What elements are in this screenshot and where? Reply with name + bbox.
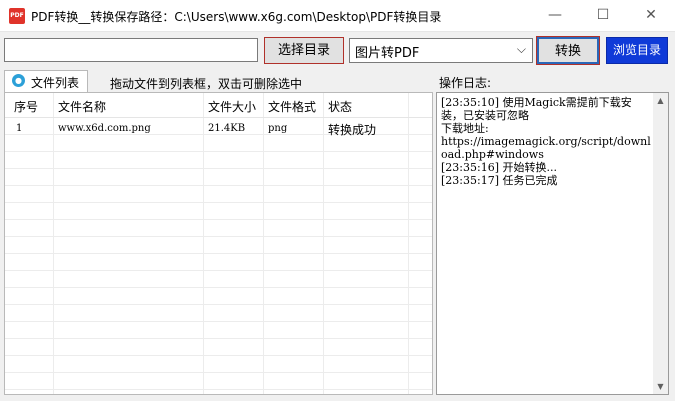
scroll-up-arrow-icon[interactable]: ▲ xyxy=(653,93,668,108)
conversion-format-select[interactable]: 图片转PDF ⌵ xyxy=(349,38,533,63)
browse-directory-button[interactable]: 浏览目录 xyxy=(606,37,668,64)
tab-file-list-label: 文件列表 xyxy=(31,76,80,90)
log-line: [23:35:16] 开始转换... xyxy=(441,161,557,174)
cell-filesize: 21.4KB xyxy=(208,123,246,134)
log-line: [23:35:17] 任务已完成 xyxy=(441,174,558,187)
column-header-index[interactable]: 序号 xyxy=(14,98,38,115)
log-scrollbar[interactable]: ▲ ▼ xyxy=(653,93,668,394)
tab-file-list[interactable]: ● 文件列表 xyxy=(4,70,88,92)
scroll-down-arrow-icon[interactable]: ▼ xyxy=(653,379,668,394)
log-textarea[interactable]: [23:35:10] 使用Magick需提前下载安装，已安装可忽略 下载地址: … xyxy=(436,92,669,395)
chevron-down-icon: ⌵ xyxy=(516,42,526,56)
log-line: [23:35:10] 使用Magick需提前下载安装，已安装可忽略 xyxy=(441,96,632,122)
save-path-input[interactable] xyxy=(4,38,258,62)
row-divider xyxy=(5,372,432,373)
row-divider xyxy=(5,236,432,237)
cell-status: 转换成功 xyxy=(328,123,377,137)
column-divider xyxy=(323,93,324,394)
file-list-icon: ● xyxy=(12,74,25,87)
file-list-table[interactable]: 序号 文件名称 文件大小 文件格式 状态 1 www.x6d.com.png 2… xyxy=(4,92,433,395)
row-divider xyxy=(5,219,432,220)
log-line: 下载地址: xyxy=(441,122,489,135)
minimize-button[interactable]: — xyxy=(532,0,578,31)
row-divider xyxy=(5,304,432,305)
row-divider xyxy=(5,202,432,203)
row-divider xyxy=(5,168,432,169)
log-line: https://imagemagick.org/script/download.… xyxy=(441,135,651,161)
row-divider xyxy=(5,355,432,356)
column-header-filesize[interactable]: 文件大小 xyxy=(208,98,256,115)
log-title: 操作日志: xyxy=(439,76,492,90)
log-content: [23:35:10] 使用Magick需提前下载安装，已安装可忽略 下载地址: … xyxy=(441,96,651,187)
row-divider xyxy=(5,253,432,254)
column-divider xyxy=(53,93,54,394)
select-directory-button[interactable]: 选择目录 xyxy=(264,37,344,64)
cell-format: png xyxy=(268,123,288,134)
column-header-format[interactable]: 文件格式 xyxy=(268,98,316,115)
column-header-status[interactable]: 状态 xyxy=(328,98,352,115)
table-header: 序号 文件名称 文件大小 文件格式 状态 xyxy=(5,93,432,118)
row-divider xyxy=(5,185,432,186)
row-divider xyxy=(5,270,432,271)
row-divider xyxy=(5,321,432,322)
column-divider xyxy=(408,93,409,394)
column-divider xyxy=(263,93,264,394)
row-divider xyxy=(5,338,432,339)
cell-index: 1 xyxy=(16,123,23,134)
row-divider xyxy=(5,389,432,390)
convert-button[interactable]: 转换 xyxy=(536,36,600,65)
column-divider xyxy=(203,93,204,394)
close-button[interactable]: ✕ xyxy=(628,0,674,31)
row-divider xyxy=(5,151,432,152)
maximize-button[interactable]: ☐ xyxy=(580,0,626,31)
format-selected-value: 图片转PDF xyxy=(355,46,420,61)
title-bar: PDF PDF转换__转换保存路径：C:\Users\www.x6g.com\D… xyxy=(0,0,675,32)
row-divider xyxy=(5,287,432,288)
pdf-app-icon: PDF xyxy=(9,8,25,24)
window-title: PDF转换__转换保存路径：C:\Users\www.x6g.com\Deskt… xyxy=(31,10,442,24)
drag-hint-text: 拖动文件到列表框，双击可删除选中 xyxy=(110,77,303,91)
cell-filename: www.x6d.com.png xyxy=(58,123,151,134)
column-header-filename[interactable]: 文件名称 xyxy=(58,98,106,115)
